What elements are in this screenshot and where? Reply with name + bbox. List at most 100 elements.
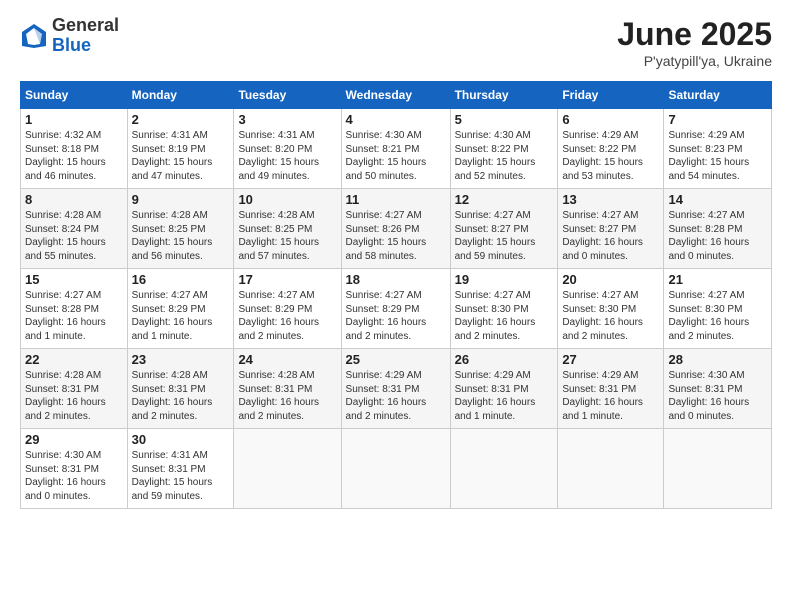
day-cell: 20 Sunrise: 4:27 AM Sunset: 8:30 PM Dayli… <box>558 269 664 349</box>
location: P'yatypill'ya, Ukraine <box>617 53 772 69</box>
week-row-4: 22 Sunrise: 4:28 AM Sunset: 8:31 PM Dayli… <box>21 349 772 429</box>
day-number: 2 <box>132 112 230 127</box>
day-number: 29 <box>25 432 123 447</box>
page-header: General Blue June 2025 P'yatypill'ya, Uk… <box>20 16 772 69</box>
day-cell <box>341 429 450 509</box>
day-number: 19 <box>455 272 554 287</box>
title-area: June 2025 P'yatypill'ya, Ukraine <box>617 16 772 69</box>
day-cell: 22Sunrise: 4:28 AM Sunset: 8:31 PM Dayli… <box>21 349 128 429</box>
day-number: 6 <box>562 112 659 127</box>
day-cell <box>558 429 664 509</box>
day-cell: 30Sunrise: 4:31 AM Sunset: 8:31 PM Dayli… <box>127 429 234 509</box>
day-cell: 7Sunrise: 4:29 AM Sunset: 8:23 PM Daylig… <box>664 109 772 189</box>
day-cell <box>664 429 772 509</box>
day-number: 20 <box>562 272 659 287</box>
day-info: Sunrise: 4:27 AM Sunset: 8:30 PM Dayligh… <box>668 289 767 343</box>
logo-general: General <box>52 16 119 36</box>
day-info: Sunrise: 4:27 AM Sunset: 8:28 PM Dayligh… <box>25 289 123 343</box>
week-row-5: 29 Sunrise: 4:30 AM Sunset: 8:31 PM Dayli… <box>21 429 772 509</box>
day-info: Sunrise: 4:29 AM Sunset: 8:22 PM Dayligh… <box>562 129 659 183</box>
day-info: Sunrise: 4:28 AM Sunset: 8:25 PM Dayligh… <box>132 209 230 263</box>
day-cell: 6 Sunrise: 4:29 AM Sunset: 8:22 PM Daylig… <box>558 109 664 189</box>
header-cell-tuesday: Tuesday <box>234 82 341 109</box>
day-number: 9 <box>132 192 230 207</box>
day-info: Sunrise: 4:29 AM Sunset: 8:31 PM Dayligh… <box>346 369 446 423</box>
day-cell: 16Sunrise: 4:27 AM Sunset: 8:29 PM Dayli… <box>127 269 234 349</box>
day-info: Sunrise: 4:30 AM Sunset: 8:31 PM Dayligh… <box>668 369 767 423</box>
day-cell <box>234 429 341 509</box>
day-info: Sunrise: 4:30 AM Sunset: 8:22 PM Dayligh… <box>455 129 554 183</box>
day-info: Sunrise: 4:27 AM Sunset: 8:29 PM Dayligh… <box>132 289 230 343</box>
day-cell: 2 Sunrise: 4:31 AM Sunset: 8:19 PM Daylig… <box>127 109 234 189</box>
day-info: Sunrise: 4:31 AM Sunset: 8:19 PM Dayligh… <box>132 129 230 183</box>
day-number: 22 <box>25 352 123 367</box>
day-number: 1 <box>25 112 123 127</box>
header-row: SundayMondayTuesdayWednesdayThursdayFrid… <box>21 82 772 109</box>
day-number: 3 <box>238 112 336 127</box>
day-number: 13 <box>562 192 659 207</box>
logo-text: General Blue <box>52 16 119 56</box>
day-info: Sunrise: 4:30 AM Sunset: 8:21 PM Dayligh… <box>346 129 446 183</box>
day-cell: 26 Sunrise: 4:29 AM Sunset: 8:31 PM Dayli… <box>450 349 558 429</box>
day-cell <box>450 429 558 509</box>
month-title: June 2025 <box>617 16 772 53</box>
day-number: 18 <box>346 272 446 287</box>
day-cell: 25Sunrise: 4:29 AM Sunset: 8:31 PM Dayli… <box>341 349 450 429</box>
day-cell: 4Sunrise: 4:30 AM Sunset: 8:21 PM Daylig… <box>341 109 450 189</box>
day-number: 12 <box>455 192 554 207</box>
day-cell: 21 Sunrise: 4:27 AM Sunset: 8:30 PM Dayli… <box>664 269 772 349</box>
day-number: 21 <box>668 272 767 287</box>
week-row-1: 1 Sunrise: 4:32 AM Sunset: 8:18 PM Daylig… <box>21 109 772 189</box>
day-info: Sunrise: 4:29 AM Sunset: 8:31 PM Dayligh… <box>455 369 554 423</box>
day-info: Sunrise: 4:27 AM Sunset: 8:29 PM Dayligh… <box>346 289 446 343</box>
header-cell-sunday: Sunday <box>21 82 128 109</box>
day-number: 26 <box>455 352 554 367</box>
day-info: Sunrise: 4:27 AM Sunset: 8:30 PM Dayligh… <box>455 289 554 343</box>
header-cell-friday: Friday <box>558 82 664 109</box>
day-cell: 24Sunrise: 4:28 AM Sunset: 8:31 PM Dayli… <box>234 349 341 429</box>
day-info: Sunrise: 4:29 AM Sunset: 8:31 PM Dayligh… <box>562 369 659 423</box>
header-cell-saturday: Saturday <box>664 82 772 109</box>
day-cell: 12 Sunrise: 4:27 AM Sunset: 8:27 PM Dayli… <box>450 189 558 269</box>
week-row-3: 15Sunrise: 4:27 AM Sunset: 8:28 PM Dayli… <box>21 269 772 349</box>
day-info: Sunrise: 4:28 AM Sunset: 8:31 PM Dayligh… <box>132 369 230 423</box>
day-number: 14 <box>668 192 767 207</box>
day-info: Sunrise: 4:28 AM Sunset: 8:24 PM Dayligh… <box>25 209 123 263</box>
day-cell: 11 Sunrise: 4:27 AM Sunset: 8:26 PM Dayli… <box>341 189 450 269</box>
day-cell: 27 Sunrise: 4:29 AM Sunset: 8:31 PM Dayli… <box>558 349 664 429</box>
day-number: 17 <box>238 272 336 287</box>
day-cell: 28Sunrise: 4:30 AM Sunset: 8:31 PM Dayli… <box>664 349 772 429</box>
day-info: Sunrise: 4:31 AM Sunset: 8:31 PM Dayligh… <box>132 449 230 503</box>
day-info: Sunrise: 4:30 AM Sunset: 8:31 PM Dayligh… <box>25 449 123 503</box>
day-number: 27 <box>562 352 659 367</box>
day-cell: 19 Sunrise: 4:27 AM Sunset: 8:30 PM Dayli… <box>450 269 558 349</box>
calendar: SundayMondayTuesdayWednesdayThursdayFrid… <box>20 81 772 509</box>
logo-icon <box>20 22 48 50</box>
day-cell: 9 Sunrise: 4:28 AM Sunset: 8:25 PM Daylig… <box>127 189 234 269</box>
day-info: Sunrise: 4:27 AM Sunset: 8:27 PM Dayligh… <box>562 209 659 263</box>
day-info: Sunrise: 4:28 AM Sunset: 8:31 PM Dayligh… <box>238 369 336 423</box>
day-number: 7 <box>668 112 767 127</box>
day-cell: 3Sunrise: 4:31 AM Sunset: 8:20 PM Daylig… <box>234 109 341 189</box>
day-number: 11 <box>346 192 446 207</box>
day-info: Sunrise: 4:32 AM Sunset: 8:18 PM Dayligh… <box>25 129 123 183</box>
day-info: Sunrise: 4:27 AM Sunset: 8:27 PM Dayligh… <box>455 209 554 263</box>
day-cell: 18 Sunrise: 4:27 AM Sunset: 8:29 PM Dayli… <box>341 269 450 349</box>
day-info: Sunrise: 4:27 AM Sunset: 8:30 PM Dayligh… <box>562 289 659 343</box>
day-cell: 23Sunrise: 4:28 AM Sunset: 8:31 PM Dayli… <box>127 349 234 429</box>
day-info: Sunrise: 4:28 AM Sunset: 8:25 PM Dayligh… <box>238 209 336 263</box>
day-cell: 1 Sunrise: 4:32 AM Sunset: 8:18 PM Daylig… <box>21 109 128 189</box>
day-cell: 13 Sunrise: 4:27 AM Sunset: 8:27 PM Dayli… <box>558 189 664 269</box>
day-number: 10 <box>238 192 336 207</box>
day-info: Sunrise: 4:27 AM Sunset: 8:26 PM Dayligh… <box>346 209 446 263</box>
calendar-header: SundayMondayTuesdayWednesdayThursdayFrid… <box>21 82 772 109</box>
day-cell: 14 Sunrise: 4:27 AM Sunset: 8:28 PM Dayli… <box>664 189 772 269</box>
day-cell: 5Sunrise: 4:30 AM Sunset: 8:22 PM Daylig… <box>450 109 558 189</box>
day-info: Sunrise: 4:27 AM Sunset: 8:28 PM Dayligh… <box>668 209 767 263</box>
day-cell: 15Sunrise: 4:27 AM Sunset: 8:28 PM Dayli… <box>21 269 128 349</box>
header-cell-thursday: Thursday <box>450 82 558 109</box>
logo-blue: Blue <box>52 36 119 56</box>
calendar-body: 1 Sunrise: 4:32 AM Sunset: 8:18 PM Daylig… <box>21 109 772 509</box>
header-cell-wednesday: Wednesday <box>341 82 450 109</box>
day-info: Sunrise: 4:27 AM Sunset: 8:29 PM Dayligh… <box>238 289 336 343</box>
